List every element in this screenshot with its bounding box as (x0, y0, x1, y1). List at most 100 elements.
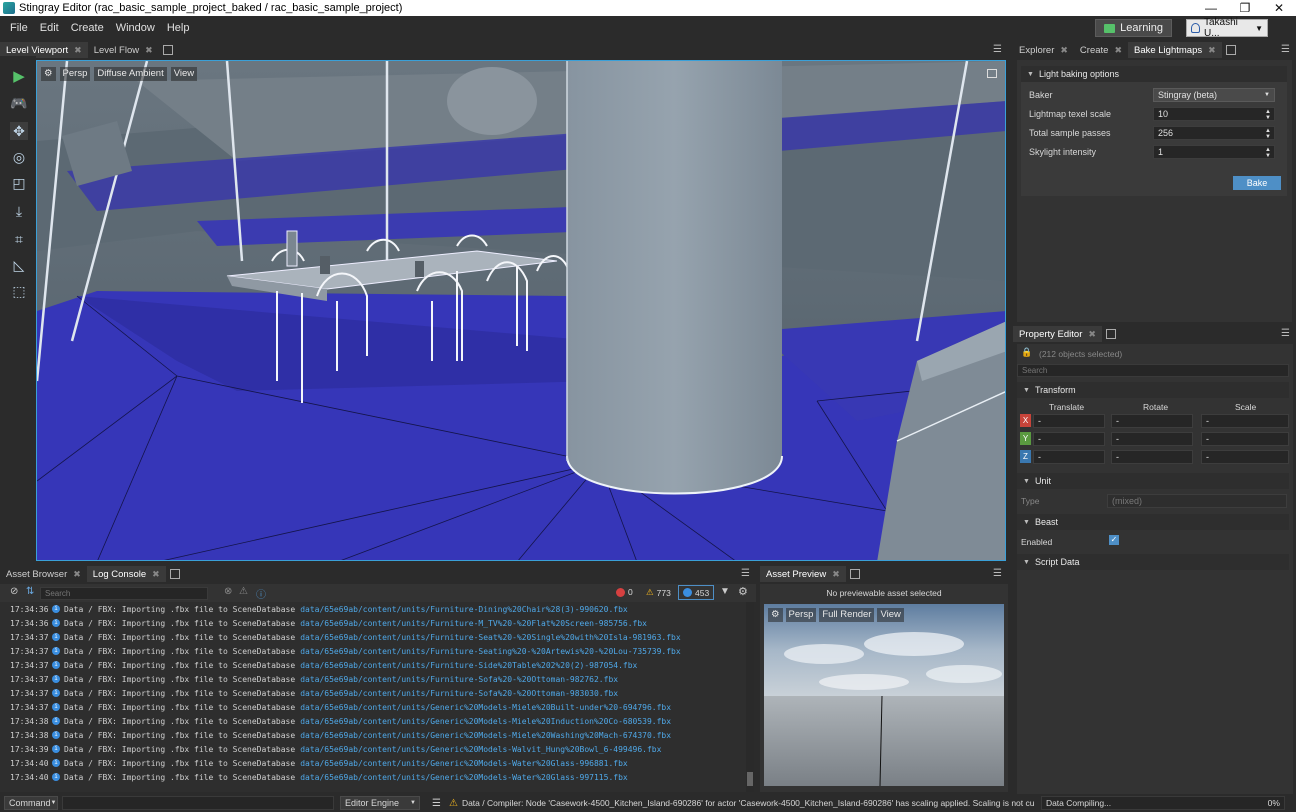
scrollbar-thumb[interactable] (747, 772, 753, 786)
tab-property-editor[interactable]: Property Editor ✖ (1013, 326, 1102, 342)
snap-down-icon[interactable]: ⤓ (10, 202, 28, 220)
error-count-badge[interactable]: 0 (616, 587, 633, 597)
log-path-link[interactable]: data/65e69ab/content/units/Furniture-Sof… (300, 675, 618, 684)
log-line[interactable]: 17:34:39 i Data / FBX: Importing .fbx file… (10, 742, 661, 756)
menu-create[interactable]: Create (65, 22, 110, 34)
log-line[interactable]: 17:34:36 i Data / FBX: Importing .fbx file… (10, 616, 647, 630)
log-line[interactable]: 17:34:40 i Data / FBX: Importing .fbx file… (10, 756, 628, 770)
add-tab-icon[interactable] (162, 45, 173, 55)
close-icon[interactable]: ✖ (73, 569, 81, 580)
light-baking-header[interactable]: ▼ Light baking options (1021, 66, 1287, 82)
preview-render-mode-button[interactable]: Full Render (819, 608, 875, 622)
translate-y-input[interactable]: - (1033, 432, 1105, 446)
log-path-link[interactable]: data/65e69ab/content/units/Furniture-Din… (300, 605, 628, 614)
move-tool-icon[interactable]: ✥ (10, 122, 28, 140)
close-icon[interactable]: ✖ (145, 45, 153, 56)
log-line[interactable]: 17:34:36 i Data / FBX: Importing .fbx file… (10, 602, 628, 616)
log-path-link[interactable]: data/65e69ab/content/units/Furniture-Sof… (300, 689, 618, 698)
scale-tool-icon[interactable]: ◰ (10, 174, 28, 192)
add-tab-icon[interactable] (169, 569, 180, 579)
panel-menu-icon[interactable]: ☰ (993, 568, 1002, 579)
log-line[interactable]: 17:34:37 i Data / FBX: Importing .fbx file… (10, 658, 637, 672)
log-line[interactable]: 17:34:37 i Data / FBX: Importing .fbx file… (10, 672, 618, 686)
baker-select[interactable]: Stingray (beta) ▼ (1153, 88, 1275, 102)
info-count-badge[interactable]: 453 (678, 585, 715, 600)
snap-grid-icon[interactable]: ⌗ (10, 230, 28, 248)
view-menu-button[interactable]: View (170, 67, 198, 81)
add-tab-icon[interactable] (1225, 45, 1236, 55)
beast-header[interactable]: ▼ Beast (1017, 514, 1289, 530)
scale-x-input[interactable]: - (1201, 414, 1289, 428)
filter-warning-icon[interactable]: ⚠ (239, 586, 248, 597)
play-icon[interactable]: ▶ (10, 68, 28, 86)
sort-icon[interactable]: ⇅ (26, 586, 34, 597)
skylight-input[interactable]: 1 ▲ ▼ (1153, 145, 1275, 159)
tab-log-console[interactable]: Log Console ✖ (86, 566, 166, 582)
log-path-link[interactable]: data/65e69ab/content/units/Generic%20Mod… (300, 717, 671, 726)
filter-error-icon[interactable]: ⊗ (224, 586, 232, 597)
tab-create[interactable]: Create ✖ (1074, 42, 1128, 58)
close-icon[interactable]: ✖ (1114, 45, 1122, 56)
menu-help[interactable]: Help (161, 22, 196, 34)
gamepad-icon[interactable]: 🎮 (10, 94, 28, 112)
stepper-icon[interactable]: ▲ ▼ (1265, 109, 1271, 121)
preview-settings-gear-icon[interactable]: ⚙ (768, 608, 783, 622)
add-tab-icon[interactable] (1105, 329, 1116, 339)
log-line[interactable]: 17:34:37 i Data / FBX: Importing .fbx file… (10, 686, 618, 700)
panel-menu-icon[interactable]: ☰ (741, 568, 750, 579)
rotate-tool-icon[interactable]: ◎ (10, 148, 28, 166)
maximize-viewport-icon[interactable] (987, 69, 997, 78)
script-data-header[interactable]: ▼ Script Data (1017, 554, 1289, 570)
filter-info-icon[interactable]: ⓘ (256, 586, 266, 601)
console-settings-gear-icon[interactable]: ⚙ (738, 585, 748, 598)
learning-button[interactable]: Learning (1095, 19, 1172, 37)
property-search-input[interactable] (1017, 364, 1289, 377)
close-icon[interactable]: ✖ (832, 569, 840, 580)
close-icon[interactable]: ✖ (1208, 45, 1216, 56)
console-log-list[interactable]: 17:34:36 i Data / FBX: Importing .fbx file… (0, 602, 746, 792)
clear-console-icon[interactable]: ⊘ (10, 586, 18, 597)
tab-level-flow[interactable]: Level Flow ✖ (88, 42, 159, 58)
log-line[interactable]: 17:34:38 i Data / FBX: Importing .fbx file… (10, 728, 671, 742)
rotate-z-input[interactable]: - (1111, 450, 1193, 464)
add-tab-icon[interactable] (849, 569, 860, 579)
rotate-y-input[interactable]: - (1111, 432, 1193, 446)
warning-count-badge[interactable]: ⚠ 773 (646, 587, 671, 598)
log-line[interactable]: 17:34:38 i Data / FBX: Importing .fbx file… (10, 714, 671, 728)
log-path-link[interactable]: data/65e69ab/content/units/Generic%20Mod… (300, 703, 671, 712)
log-line[interactable]: 17:34:37 i Data / FBX: Importing .fbx file… (10, 700, 671, 714)
log-path-link[interactable]: data/65e69ab/content/units/Generic%20Mod… (300, 773, 628, 782)
transform-header[interactable]: ▼ Transform (1017, 382, 1289, 398)
command-dropdown[interactable]: Command ▼ (4, 796, 58, 810)
panel-menu-icon[interactable]: ☰ (1281, 44, 1290, 55)
unit-header[interactable]: ▼ Unit (1017, 473, 1289, 489)
log-path-link[interactable]: data/65e69ab/content/units/Furniture-M_T… (300, 619, 647, 628)
console-search-input[interactable] (40, 587, 208, 600)
viewport-settings-gear-icon[interactable]: ⚙ (41, 67, 56, 81)
panel-menu-icon[interactable]: ☰ (993, 44, 1002, 55)
sample-passes-input[interactable]: 256 ▲ ▼ (1153, 126, 1275, 140)
status-menu-icon[interactable]: ☰ (432, 798, 441, 809)
log-path-link[interactable]: data/65e69ab/content/units/Furniture-Sea… (300, 647, 681, 656)
stepper-icon[interactable]: ▲ ▼ (1265, 128, 1271, 140)
log-path-link[interactable]: data/65e69ab/content/units/Generic%20Mod… (300, 745, 661, 754)
translate-z-input[interactable]: - (1033, 450, 1105, 464)
lock-icon[interactable]: 🔒 (1021, 347, 1032, 358)
enabled-checkbox[interactable]: ✓ (1109, 535, 1119, 545)
place-object-icon[interactable]: ⬚ (10, 282, 28, 300)
texel-scale-input[interactable]: 10 ▲ ▼ (1153, 107, 1275, 121)
engine-dropdown[interactable]: Editor Engine ▼ (340, 796, 420, 810)
close-icon[interactable]: ✖ (152, 569, 160, 580)
measure-icon[interactable]: ◺ (10, 256, 28, 274)
menu-file[interactable]: File (4, 22, 34, 34)
filter-funnel-icon[interactable]: ▼ (720, 586, 730, 597)
log-line[interactable]: 17:34:40 i Data / FBX: Importing .fbx file… (10, 770, 628, 784)
user-account-dropdown[interactable]: Takashi U... ▼ (1186, 17, 1268, 39)
tab-asset-browser[interactable]: Asset Browser ✖ (0, 566, 87, 582)
bake-button[interactable]: Bake (1233, 176, 1281, 190)
stepper-icon[interactable]: ▲ ▼ (1265, 147, 1271, 159)
restore-button[interactable]: ❐ (1228, 0, 1262, 16)
scale-y-input[interactable]: - (1201, 432, 1289, 446)
camera-persp-button[interactable]: Persp (59, 67, 91, 81)
tab-explorer[interactable]: Explorer ✖ (1013, 42, 1074, 58)
